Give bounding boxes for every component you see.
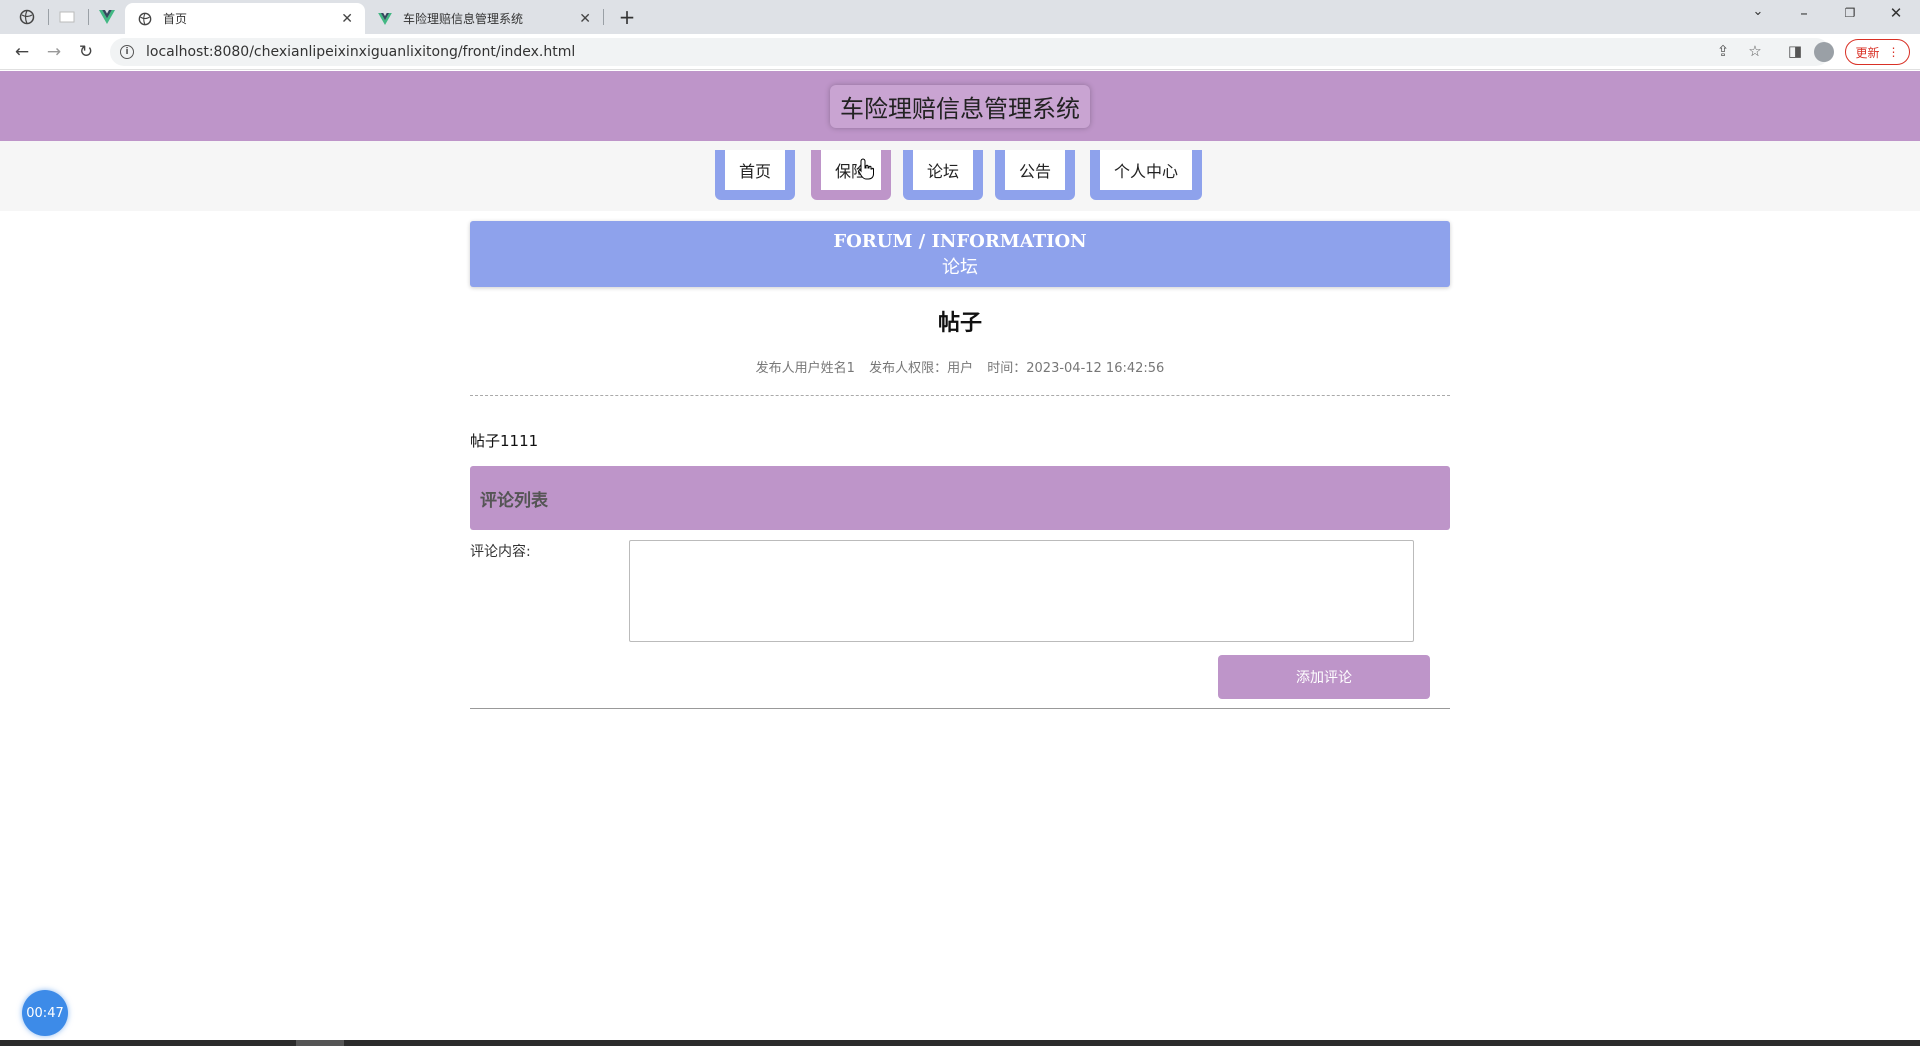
comment-content-label: 评论内容: (470, 544, 531, 560)
divider (470, 395, 1450, 396)
restore-button[interactable]: ❐ (1838, 6, 1862, 20)
post-role: 发布人权限：用户 (869, 361, 974, 376)
tab-search-chevron-icon[interactable]: ⌄ (1746, 4, 1770, 19)
globe-icon (19, 9, 35, 25)
comment-input[interactable] (629, 540, 1414, 642)
vue-logo-icon (99, 10, 115, 24)
profile-avatar-icon[interactable] (1814, 42, 1834, 62)
taskbar-edge (0, 1040, 1920, 1046)
pinned-tab-globe[interactable] (10, 5, 44, 29)
side-panel-icon[interactable]: ◨ (1784, 42, 1806, 60)
url-text[interactable]: localhost:8080/chexianlipeixinxiguanlixi… (146, 44, 575, 60)
bookmark-star-icon[interactable]: ☆ (1744, 42, 1766, 60)
nav-item-forum[interactable]: 论坛 (903, 150, 984, 200)
main-nav: 首页 保险 论坛 公告 个人中心 (0, 141, 1920, 211)
nav-item-label: 论坛 (913, 150, 974, 190)
nav-item-label: 公告 (1005, 150, 1066, 190)
pinned-tab-vue[interactable] (90, 5, 124, 29)
back-arrow-icon[interactable]: ← (10, 40, 34, 64)
comment-list-header: 评论列表 (470, 466, 1450, 530)
section-banner: FORUM / INFORMATION 论坛 (470, 221, 1450, 287)
globe-icon (137, 11, 153, 27)
post-title: 帖子 (937, 311, 982, 336)
tab-title: 车险理赔信息管理系统 (403, 12, 524, 26)
nav-item-personal-center[interactable]: 个人中心 (1090, 150, 1203, 200)
close-icon[interactable]: ✕ (579, 11, 591, 27)
nav-item-home[interactable]: 首页 (715, 150, 796, 200)
more-menu-icon: ⋮ (1887, 45, 1900, 59)
tab-home[interactable]: 首页 ✕ (125, 3, 365, 34)
update-label: 更新 (1855, 45, 1880, 60)
banner-title-cn: 论坛 (942, 257, 978, 278)
tab-system[interactable]: 车险理赔信息管理系统 ✕ (365, 3, 603, 34)
tab-title: 首页 (163, 12, 188, 26)
nav-item-notice[interactable]: 公告 (995, 150, 1076, 200)
nav-item-label: 首页 (725, 150, 786, 190)
minimize-button[interactable]: – (1792, 4, 1816, 22)
recording-timer[interactable]: 00:47 (22, 990, 68, 1036)
nav-item-label: 个人中心 (1100, 150, 1193, 190)
close-icon[interactable]: ✕ (341, 11, 353, 27)
nav-item-insurance[interactable]: 保险 (811, 150, 892, 200)
banner-title-en: FORUM / INFORMATION (833, 231, 1087, 252)
vue-logo-icon (377, 11, 393, 27)
update-button[interactable]: 更新 ⋮ (1845, 39, 1910, 65)
add-comment-button[interactable]: 添加评论 (1218, 655, 1430, 699)
post-author: 发布人用户姓名1 (755, 361, 855, 376)
divider (470, 708, 1450, 709)
hand-cursor-icon (858, 158, 874, 180)
window-close-button[interactable]: ✕ (1884, 4, 1908, 22)
site-header: 车险理赔信息管理系统 (0, 71, 1920, 141)
pinned-tab-blank[interactable] (50, 5, 84, 29)
browser-toolbar: ← → ↻ i localhost:8080/chexianlipeixinxi… (0, 34, 1920, 70)
info-icon[interactable]: i (120, 45, 134, 59)
address-bar[interactable]: i localhost:8080/chexianlipeixinxiguanli… (110, 38, 1830, 66)
new-tab-button[interactable]: + (615, 5, 639, 29)
forward-arrow-icon[interactable]: → (42, 40, 66, 64)
post-time: 时间：2023-04-12 16:42:56 (987, 361, 1165, 376)
post-meta: 发布人用户姓名1 发布人权限：用户 时间：2023-04-12 16:42:56 (470, 357, 1450, 376)
reload-icon[interactable]: ↻ (74, 40, 98, 64)
browser-tab-bar: 首页 ✕ 车险理赔信息管理系统 ✕ + ⌄ – ❐ ✕ (0, 0, 1920, 34)
post-content: 帖子1111 (470, 432, 539, 450)
share-icon[interactable]: ⇪ (1712, 42, 1734, 60)
site-title: 车险理赔信息管理系统 (830, 84, 1090, 128)
page-icon (59, 11, 75, 23)
